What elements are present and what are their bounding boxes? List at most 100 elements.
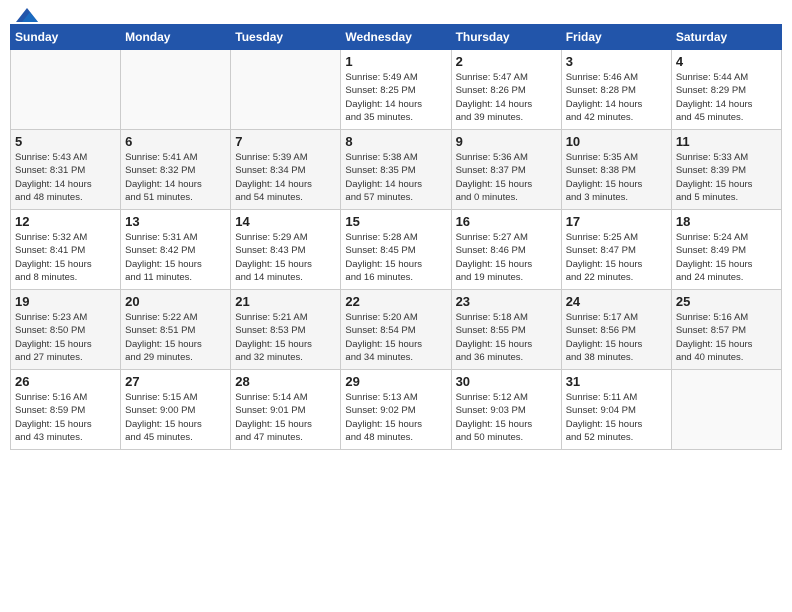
- day-cell: 20 Sunrise: 5:22 AM Sunset: 8:51 PM Dayli…: [121, 290, 231, 370]
- calendar-body: 1Sunrise: 5:49 AM Sunset: 8:25 PM Daylig…: [11, 50, 782, 450]
- day-number: 27: [125, 374, 226, 389]
- day-cell: [11, 50, 121, 130]
- day-info: Sunrise: 5:25 AM Sunset: 8:47 PM Dayligh…: [566, 231, 667, 284]
- day-info: Sunrise: 5:39 AM Sunset: 8:34 PM Dayligh…: [235, 151, 336, 204]
- day-number: 5: [15, 134, 116, 149]
- day-info: Sunrise: 5:28 AM Sunset: 8:45 PM Dayligh…: [345, 231, 446, 284]
- day-cell: [121, 50, 231, 130]
- page-header: [10, 10, 782, 16]
- day-cell: 21 Sunrise: 5:21 AM Sunset: 8:53 PM Dayli…: [231, 290, 341, 370]
- logo-icon: [16, 8, 38, 22]
- day-info: Sunrise: 5:22 AM Sunset: 8:51 PM Dayligh…: [125, 311, 226, 364]
- day-cell: 31 Sunrise: 5:11 AM Sunset: 9:04 PM Dayli…: [561, 370, 671, 450]
- day-number: 12: [15, 214, 116, 229]
- day-number: 4: [676, 54, 777, 69]
- day-cell: 29 Sunrise: 5:13 AM Sunset: 9:02 PM Dayli…: [341, 370, 451, 450]
- day-cell: 18 Sunrise: 5:24 AM Sunset: 8:49 PM Dayli…: [671, 210, 781, 290]
- day-number: 20: [125, 294, 226, 309]
- day-number: 16: [456, 214, 557, 229]
- day-info: Sunrise: 5:18 AM Sunset: 8:55 PM Dayligh…: [456, 311, 557, 364]
- day-number: 18: [676, 214, 777, 229]
- day-cell: 23 Sunrise: 5:18 AM Sunset: 8:55 PM Dayli…: [451, 290, 561, 370]
- day-number: 7: [235, 134, 336, 149]
- week-row-3: 19Sunrise: 5:23 AM Sunset: 8:50 PM Dayli…: [11, 290, 782, 370]
- day-cell: 1Sunrise: 5:49 AM Sunset: 8:25 PM Daylig…: [341, 50, 451, 130]
- col-header-saturday: Saturday: [671, 25, 781, 50]
- week-row-1: 5 Sunrise: 5:43 AM Sunset: 8:31 PM Daylig…: [11, 130, 782, 210]
- week-row-4: 26Sunrise: 5:16 AM Sunset: 8:59 PM Dayli…: [11, 370, 782, 450]
- day-cell: 15Sunrise: 5:28 AM Sunset: 8:45 PM Dayli…: [341, 210, 451, 290]
- col-header-tuesday: Tuesday: [231, 25, 341, 50]
- day-cell: 24 Sunrise: 5:17 AM Sunset: 8:56 PM Dayli…: [561, 290, 671, 370]
- day-cell: 5 Sunrise: 5:43 AM Sunset: 8:31 PM Daylig…: [11, 130, 121, 210]
- day-info: Sunrise: 5:29 AM Sunset: 8:43 PM Dayligh…: [235, 231, 336, 284]
- day-info: Sunrise: 5:13 AM Sunset: 9:02 PM Dayligh…: [345, 391, 446, 444]
- day-info: Sunrise: 5:11 AM Sunset: 9:04 PM Dayligh…: [566, 391, 667, 444]
- day-number: 3: [566, 54, 667, 69]
- day-number: 21: [235, 294, 336, 309]
- day-info: Sunrise: 5:24 AM Sunset: 8:49 PM Dayligh…: [676, 231, 777, 284]
- day-cell: 6 Sunrise: 5:41 AM Sunset: 8:32 PM Daylig…: [121, 130, 231, 210]
- day-info: Sunrise: 5:27 AM Sunset: 8:46 PM Dayligh…: [456, 231, 557, 284]
- day-number: 6: [125, 134, 226, 149]
- day-info: Sunrise: 5:17 AM Sunset: 8:56 PM Dayligh…: [566, 311, 667, 364]
- day-number: 17: [566, 214, 667, 229]
- day-info: Sunrise: 5:31 AM Sunset: 8:42 PM Dayligh…: [125, 231, 226, 284]
- day-cell: 16 Sunrise: 5:27 AM Sunset: 8:46 PM Dayli…: [451, 210, 561, 290]
- day-info: Sunrise: 5:47 AM Sunset: 8:26 PM Dayligh…: [456, 71, 557, 124]
- week-row-2: 12 Sunrise: 5:32 AM Sunset: 8:41 PM Dayli…: [11, 210, 782, 290]
- day-info: Sunrise: 5:49 AM Sunset: 8:25 PM Dayligh…: [345, 71, 446, 124]
- day-number: 13: [125, 214, 226, 229]
- day-cell: [231, 50, 341, 130]
- col-header-monday: Monday: [121, 25, 231, 50]
- calendar-header: SundayMondayTuesdayWednesdayThursdayFrid…: [11, 25, 782, 50]
- day-number: 31: [566, 374, 667, 389]
- day-cell: 30Sunrise: 5:12 AM Sunset: 9:03 PM Dayli…: [451, 370, 561, 450]
- day-cell: 12 Sunrise: 5:32 AM Sunset: 8:41 PM Dayli…: [11, 210, 121, 290]
- day-number: 11: [676, 134, 777, 149]
- day-info: Sunrise: 5:46 AM Sunset: 8:28 PM Dayligh…: [566, 71, 667, 124]
- day-cell: 10Sunrise: 5:35 AM Sunset: 8:38 PM Dayli…: [561, 130, 671, 210]
- day-info: Sunrise: 5:32 AM Sunset: 8:41 PM Dayligh…: [15, 231, 116, 284]
- day-number: 10: [566, 134, 667, 149]
- col-header-friday: Friday: [561, 25, 671, 50]
- day-number: 19: [15, 294, 116, 309]
- day-cell: 28Sunrise: 5:14 AM Sunset: 9:01 PM Dayli…: [231, 370, 341, 450]
- logo: [14, 10, 38, 16]
- day-info: Sunrise: 5:43 AM Sunset: 8:31 PM Dayligh…: [15, 151, 116, 204]
- day-info: Sunrise: 5:33 AM Sunset: 8:39 PM Dayligh…: [676, 151, 777, 204]
- day-number: 28: [235, 374, 336, 389]
- day-info: Sunrise: 5:20 AM Sunset: 8:54 PM Dayligh…: [345, 311, 446, 364]
- day-cell: 13 Sunrise: 5:31 AM Sunset: 8:42 PM Dayli…: [121, 210, 231, 290]
- week-row-0: 1Sunrise: 5:49 AM Sunset: 8:25 PM Daylig…: [11, 50, 782, 130]
- day-cell: 26Sunrise: 5:16 AM Sunset: 8:59 PM Dayli…: [11, 370, 121, 450]
- day-cell: 8 Sunrise: 5:38 AM Sunset: 8:35 PM Daylig…: [341, 130, 451, 210]
- day-info: Sunrise: 5:38 AM Sunset: 8:35 PM Dayligh…: [345, 151, 446, 204]
- day-number: 26: [15, 374, 116, 389]
- day-info: Sunrise: 5:16 AM Sunset: 8:57 PM Dayligh…: [676, 311, 777, 364]
- day-number: 24: [566, 294, 667, 309]
- day-info: Sunrise: 5:36 AM Sunset: 8:37 PM Dayligh…: [456, 151, 557, 204]
- day-number: 8: [345, 134, 446, 149]
- day-cell: 25 Sunrise: 5:16 AM Sunset: 8:57 PM Dayli…: [671, 290, 781, 370]
- day-cell: 11 Sunrise: 5:33 AM Sunset: 8:39 PM Dayli…: [671, 130, 781, 210]
- header-row: SundayMondayTuesdayWednesdayThursdayFrid…: [11, 25, 782, 50]
- day-number: 2: [456, 54, 557, 69]
- day-info: Sunrise: 5:21 AM Sunset: 8:53 PM Dayligh…: [235, 311, 336, 364]
- day-number: 30: [456, 374, 557, 389]
- calendar-table: SundayMondayTuesdayWednesdayThursdayFrid…: [10, 24, 782, 450]
- day-number: 14: [235, 214, 336, 229]
- day-cell: 27 Sunrise: 5:15 AM Sunset: 9:00 PM Dayli…: [121, 370, 231, 450]
- day-info: Sunrise: 5:15 AM Sunset: 9:00 PM Dayligh…: [125, 391, 226, 444]
- day-cell: 2 Sunrise: 5:47 AM Sunset: 8:26 PM Daylig…: [451, 50, 561, 130]
- col-header-thursday: Thursday: [451, 25, 561, 50]
- day-number: 25: [676, 294, 777, 309]
- day-cell: 4Sunrise: 5:44 AM Sunset: 8:29 PM Daylig…: [671, 50, 781, 130]
- day-info: Sunrise: 5:41 AM Sunset: 8:32 PM Dayligh…: [125, 151, 226, 204]
- day-number: 29: [345, 374, 446, 389]
- col-header-wednesday: Wednesday: [341, 25, 451, 50]
- day-number: 23: [456, 294, 557, 309]
- day-number: 9: [456, 134, 557, 149]
- day-cell: 17 Sunrise: 5:25 AM Sunset: 8:47 PM Dayli…: [561, 210, 671, 290]
- day-number: 22: [345, 294, 446, 309]
